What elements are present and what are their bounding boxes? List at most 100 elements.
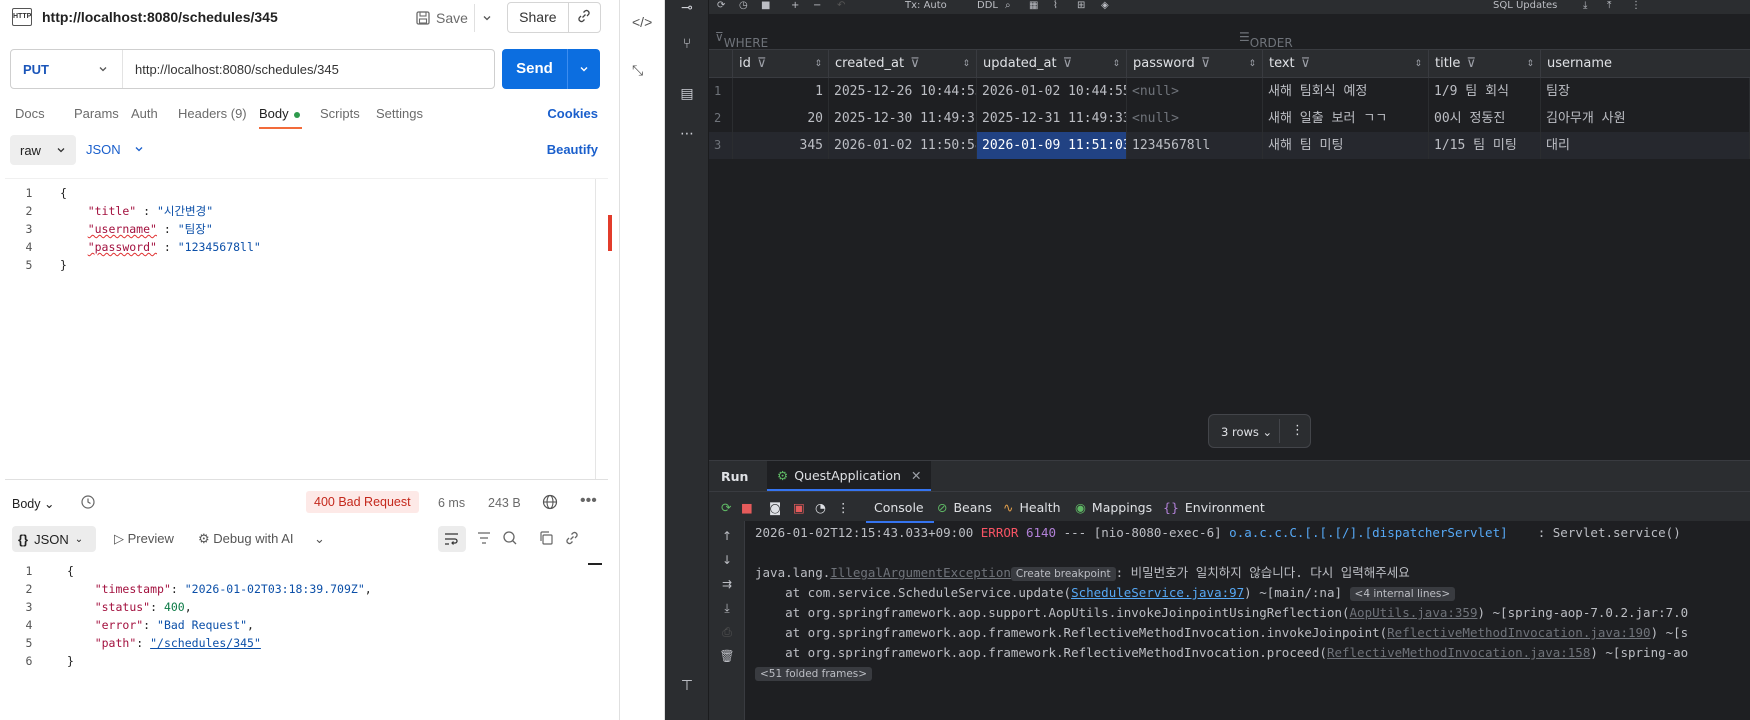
column-header-title[interactable]: title ⊽ ⇕ (1429, 50, 1541, 78)
filter-icon[interactable]: ⊽ (1466, 56, 1476, 71)
source-link[interactable]: ScheduleService.java:97 (1071, 585, 1244, 600)
exception-link[interactable]: IllegalArgumentException (830, 565, 1011, 580)
preview-button[interactable]: ▷ Preview (114, 531, 174, 547)
console-output[interactable]: 2026-01-02T12:15:43.033+09:00 ERROR 6140… (745, 521, 1750, 720)
sort-icon[interactable]: ⇕ (962, 50, 970, 78)
response-size[interactable]: 243 B (488, 496, 521, 510)
code-snippet-icon[interactable]: </> (632, 14, 652, 30)
cookies-link[interactable]: Cookies (547, 106, 598, 121)
search-icon[interactable] (502, 530, 520, 548)
filter-icon[interactable]: ⊽ (1063, 56, 1073, 71)
internal-lines-chip[interactable]: <4 internal lines> (1349, 587, 1456, 601)
where-filter-input[interactable]: ⊽ WHERE (715, 30, 768, 50)
sort-icon[interactable]: ⇕ (1414, 50, 1422, 78)
row-count-pill[interactable]: 3 rows ⌄ ⋮ (1208, 414, 1311, 448)
more-tools-icon[interactable]: ⋯ (677, 126, 697, 146)
globe-icon[interactable] (542, 494, 558, 513)
table-row[interactable]: 3 345 2026-01-02 11:50:58… 2026-01-09 11… (709, 132, 1750, 159)
download-icon[interactable]: ⤓ (1583, 0, 1587, 11)
remove-row-icon[interactable]: − (813, 0, 821, 11)
url-input[interactable] (123, 51, 494, 87)
tab-environment[interactable]: {} Environment (1163, 500, 1265, 515)
stop-icon[interactable]: ■ (741, 500, 753, 515)
filter-icon[interactable] (476, 530, 494, 548)
tab-settings[interactable]: Settings (376, 106, 423, 121)
wrap-lines-button[interactable] (438, 526, 466, 552)
format-icon[interactable]: ⊤ (677, 678, 697, 698)
tab-beans[interactable]: ⊘ Beans (937, 500, 992, 515)
source-link[interactable]: ReflectiveMethodInvocation.java:190 (1387, 625, 1650, 640)
filter-icon[interactable]: ⊽ (910, 56, 920, 71)
tab-health[interactable]: ∿ Health (1003, 500, 1061, 515)
sort-icon[interactable]: ⇕ (814, 50, 822, 78)
column-header-username[interactable]: username (1541, 50, 1750, 78)
tab-scripts[interactable]: Scripts (320, 106, 360, 121)
body-language-select[interactable]: JSON (86, 142, 144, 157)
copy-link-button[interactable] (569, 8, 600, 27)
scroll-to-end-icon[interactable]: ⤓ (719, 601, 735, 616)
stop-icon[interactable]: ■ (761, 0, 770, 11)
more-icon[interactable]: ••• (580, 492, 597, 510)
column-header-updated-at[interactable]: updated_at ⊽ ⇕ (977, 50, 1127, 78)
path-link[interactable]: "/schedules/345" (150, 636, 261, 650)
send-dropdown-button[interactable] (568, 49, 600, 89)
soft-wrap-icon[interactable]: ⇉ (719, 577, 735, 591)
scroll-down-icon[interactable]: ↓ (719, 553, 735, 567)
more-options-icon[interactable]: ⋮ (1291, 423, 1304, 438)
upload-icon[interactable]: ⤒ (1607, 0, 1611, 11)
link-icon[interactable] (564, 530, 582, 548)
beautify-button[interactable]: Beautify (547, 142, 598, 157)
response-body-select[interactable]: Body ⌄ (12, 496, 54, 511)
compare-icon[interactable]: ◈ (1101, 0, 1109, 11)
sort-icon[interactable]: ⇕ (1248, 50, 1256, 78)
status-badge[interactable]: 400 Bad Request (306, 491, 419, 513)
method-select[interactable]: PUT (11, 50, 123, 88)
trash-icon[interactable]: 🗑 (719, 649, 735, 663)
add-row-icon[interactable]: + (791, 0, 799, 11)
column-header-text[interactable]: text ⊽ ⇕ (1263, 50, 1429, 78)
body-mode-select[interactable]: raw (10, 135, 76, 165)
ddl-button[interactable]: DDL (977, 0, 998, 11)
share-button[interactable]: Share (508, 3, 569, 32)
history-icon[interactable]: ◷ (739, 0, 748, 11)
sort-icon[interactable]: ⇕ (1526, 50, 1534, 78)
response-body-viewer[interactable]: 1{ 2 "timestamp": "2026-01-02T03:18:39.7… (5, 560, 608, 710)
filter-icon[interactable]: ⊽ (757, 56, 767, 71)
export-icon[interactable]: ⊞ (1077, 0, 1085, 11)
overflow-icon[interactable]: ⋮ (1631, 0, 1641, 11)
tab-docs[interactable]: Docs (15, 106, 45, 121)
source-link[interactable]: ReflectiveMethodInvocation.java:158 (1327, 645, 1590, 660)
grid-view-icon[interactable]: ▦ (1029, 0, 1038, 11)
column-header-id[interactable]: id ⊽ ⇕ (733, 50, 829, 78)
tab-headers[interactable]: Headers (9) (178, 106, 247, 121)
expand-icon[interactable]: ⤡ (632, 62, 643, 79)
column-header-created-at[interactable]: created_at ⊽ ⇕ (829, 50, 977, 78)
table-row[interactable]: 2 20 2025-12-30 11:49:31… 2025-12-31 11:… (709, 105, 1750, 132)
request-title[interactable]: http://localhost:8080/schedules/345 (42, 9, 278, 25)
tab-auth[interactable]: Auth (131, 106, 158, 121)
tx-mode-select[interactable]: Tx: Auto (905, 0, 947, 11)
response-time[interactable]: 6 ms (438, 496, 465, 510)
camera-icon[interactable]: ◙ (769, 500, 781, 515)
copy-icon[interactable] (538, 530, 556, 548)
sql-updates-select[interactable]: SQL Updates (1493, 0, 1557, 11)
tab-mappings[interactable]: ◉ Mappings (1075, 500, 1152, 515)
order-by-input[interactable]: ☰ ORDER BY (1239, 30, 1293, 64)
profiler-icon[interactable]: ◔ (815, 500, 826, 515)
branch-icon[interactable]: ⑂ (677, 36, 697, 56)
filter-icon[interactable]: ⊽ (1201, 56, 1211, 71)
search-icon[interactable]: ⌕ (1005, 0, 1011, 11)
debug-ai-button[interactable]: ⚙ Debug with AI (198, 531, 294, 547)
scroll-up-icon[interactable]: ↑ (719, 529, 735, 543)
chart-icon[interactable]: ⌇ (1053, 0, 1058, 11)
rerun-icon[interactable]: ⟳ (721, 500, 731, 515)
dump-icon[interactable]: ▣ (793, 500, 805, 515)
send-button[interactable]: Send (502, 49, 568, 89)
column-header-password[interactable]: password ⊽ ⇕ (1127, 50, 1263, 78)
save-dropdown-button[interactable] (474, 4, 498, 32)
structure-icon[interactable]: ▤ (677, 86, 697, 106)
tab-body[interactable]: Body (259, 106, 302, 129)
folded-frames-chip[interactable]: <51 folded frames> (755, 667, 873, 681)
selected-cell[interactable]: 2026-01-09 11:51:03… (977, 132, 1127, 159)
tab-console[interactable]: Console (866, 500, 934, 523)
